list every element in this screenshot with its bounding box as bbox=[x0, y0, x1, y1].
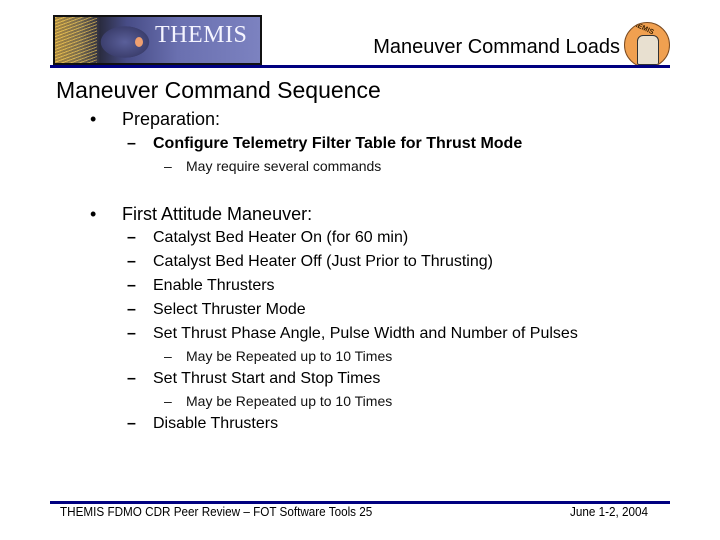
dash-marker: – bbox=[127, 229, 136, 246]
logo-text: THEMIS bbox=[155, 22, 248, 48]
themis-badge-icon: THEMIS bbox=[624, 22, 670, 68]
themis-logo: THEMIS bbox=[53, 15, 262, 65]
badge-figure bbox=[637, 35, 659, 65]
sub-item-text: Set Thrust Phase Angle, Pulse Width and … bbox=[153, 325, 578, 342]
dash-marker: – bbox=[164, 348, 172, 364]
dash-marker: – bbox=[164, 158, 172, 174]
dash-marker: – bbox=[164, 393, 172, 409]
dash-marker: – bbox=[127, 325, 136, 342]
dash-marker: – bbox=[127, 277, 136, 294]
header-divider bbox=[50, 65, 670, 68]
sub-item-text: Select Thruster Mode bbox=[153, 301, 306, 318]
note-text: May be Repeated up to 10 Times bbox=[186, 393, 393, 409]
note-text: May be Repeated up to 10 Times bbox=[186, 348, 393, 364]
slide-header-title: Maneuver Command Loads bbox=[373, 36, 620, 58]
sub-item-text: Catalyst Bed Heater On (for 60 min) bbox=[153, 229, 409, 246]
bullet-marker: • bbox=[90, 109, 97, 129]
dash-marker: – bbox=[127, 135, 136, 152]
dash-marker: – bbox=[127, 253, 136, 270]
dash-marker: – bbox=[127, 370, 136, 387]
bullet-marker: • bbox=[90, 204, 97, 224]
note-text: May require several commands bbox=[186, 158, 382, 174]
sub-item-text: Set Thrust Start and Stop Times bbox=[153, 370, 381, 387]
logo-earth-icon bbox=[135, 37, 143, 47]
bullet-text: First Attitude Maneuver: bbox=[122, 204, 313, 224]
sub-item-text: Enable Thrusters bbox=[153, 277, 275, 294]
dash-marker: – bbox=[127, 415, 136, 432]
footer-date: June 1-2, 2004 bbox=[570, 504, 649, 519]
section-title: Maneuver Command Sequence bbox=[56, 77, 381, 103]
sub-item-text: Configure Telemetry Filter Table for Thr… bbox=[153, 135, 523, 152]
sub-item-text: Catalyst Bed Heater Off (Just Prior to T… bbox=[153, 253, 493, 270]
bullet-text: Preparation: bbox=[122, 109, 221, 129]
logo-field-lines bbox=[55, 17, 97, 63]
footer-left-text: THEMIS FDMO CDR Peer Review – FOT Softwa… bbox=[60, 504, 373, 519]
dash-marker: – bbox=[127, 301, 136, 318]
sub-item-text: Disable Thrusters bbox=[153, 415, 279, 432]
